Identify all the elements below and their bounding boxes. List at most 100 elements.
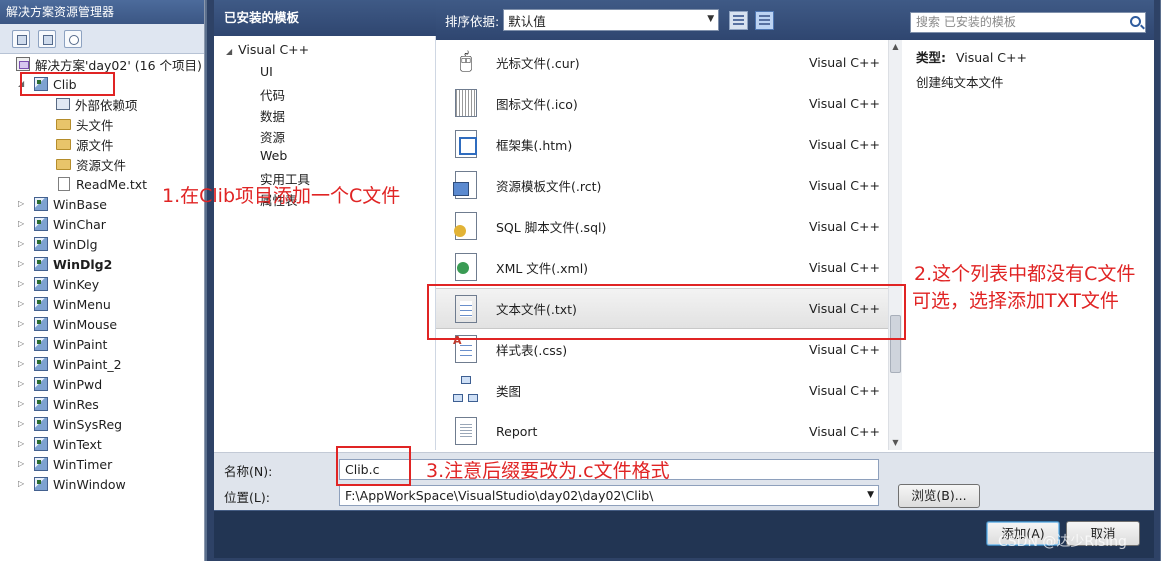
view-class-diagram-icon[interactable] [64,29,82,48]
tree-project-winsysreg[interactable]: ▷ WinSysReg [18,414,122,434]
location-value: F:\AppWorkSpace\VisualStudio\day02\day02… [345,488,654,503]
solution-explorer-title: 解决方案资源管理器 [0,0,204,24]
watermark: CSDN @达少Rising [998,534,1127,550]
template-name: 类图 [496,384,522,399]
category-item[interactable]: 数据 [260,106,285,125]
template-type: Visual C++ [809,137,880,152]
tree-project-winmenu[interactable]: ▷ WinMenu [18,294,111,314]
tree-project-winwindow[interactable]: ▷ WinWindow [18,474,126,494]
sort-dropdown[interactable]: 默认值 ▼ [503,9,720,31]
project-icon [34,217,48,231]
project-icon [34,277,48,291]
template-item[interactable]: XML 文件(.xml) Visual C++ [436,247,888,288]
template-item[interactable]: 类图 Visual C++ [436,370,888,411]
tree-project-wintimer[interactable]: ▷ WinTimer [18,454,112,474]
tree-project-winpaint[interactable]: ▷ WinPaint [18,334,107,354]
template-item[interactable]: 资源模板文件(.rct) Visual C++ [436,165,888,206]
template-item[interactable]: SQL 脚本文件(.sql) Visual C++ [436,206,888,247]
properties-icon[interactable] [12,29,30,48]
cursor-file-icon: 🖰 [459,49,473,74]
icon-file-icon [452,89,480,119]
tree-project-windlg[interactable]: ▷ WinDlg [18,234,98,254]
template-item[interactable]: 🖰 光标文件(.cur) Visual C++ [436,42,888,83]
tree-project-winpaint-2[interactable]: ▷ WinPaint_2 [18,354,122,374]
tree-item-header-files[interactable]: 头文件 [56,114,114,134]
report-icon [452,417,480,447]
tree-item-external-deps[interactable]: 外部依赖项 [56,94,138,114]
collapse-arrow-icon[interactable]: ◢ [226,47,232,56]
external-dependencies-icon [56,98,70,110]
template-list-toolbar: 排序依据: 默认值 ▼ [436,0,902,40]
project-label: WinDlg2 [53,256,113,272]
tree-item-resource-files[interactable]: 资源文件 [56,154,126,174]
detail-type-label: 类型: [916,50,946,65]
template-list-scrollbar[interactable]: ▲ ▼ [888,40,902,450]
expand-arrow-icon[interactable]: ▷ [18,260,26,268]
template-name: 资源模板文件(.rct) [496,179,602,194]
tree-item-readme[interactable]: ReadMe.txt [58,174,147,194]
folder-icon [56,158,71,170]
location-input[interactable]: F:\AppWorkSpace\VisualStudio\day02\day02… [339,485,879,506]
detail-type-value: Visual C++ [955,50,1027,65]
category-item[interactable]: 代码 [260,85,285,104]
project-icon [34,257,48,271]
tree-project-windlg2[interactable]: ▷ WinDlg2 [18,254,112,274]
expand-arrow-icon[interactable]: ▷ [18,220,26,228]
template-item[interactable]: 图标文件(.ico) Visual C++ [436,83,888,124]
category-item[interactable]: UI [260,64,273,79]
tree-item-label: 头文件 [76,117,114,133]
expand-arrow-icon[interactable]: ▷ [18,400,26,408]
tree-project-winmouse[interactable]: ▷ WinMouse [18,314,117,334]
category-visual-cpp[interactable]: ◢ Visual C++ [226,42,309,57]
template-item[interactable]: Report Visual C++ [436,411,888,450]
location-label: 位置(L): [224,490,270,505]
search-input[interactable]: 搜索 已安装的模板 [910,12,1146,33]
tree-item-label: 源文件 [76,137,114,153]
category-item[interactable]: Web [260,148,287,163]
tree-project-winkey[interactable]: ▷ WinKey [18,274,99,294]
expand-arrow-icon[interactable]: ▷ [18,480,26,488]
expand-arrow-icon[interactable]: ▷ [18,440,26,448]
expand-arrow-icon[interactable]: ▷ [18,420,26,428]
tree-project-winbase[interactable]: ▷ WinBase [18,194,107,214]
template-name: XML 文件(.xml) [496,261,589,276]
sql-script-icon [452,212,480,242]
project-icon [34,337,48,351]
solution-explorer-toolbar [0,24,204,54]
project-icon [34,377,48,391]
expand-arrow-icon[interactable]: ▷ [18,280,26,288]
expand-arrow-icon[interactable]: ▷ [18,300,26,308]
expand-arrow-icon[interactable]: ▷ [18,340,26,348]
category-item[interactable]: 资源 [260,127,285,146]
expand-arrow-icon[interactable]: ▷ [18,320,26,328]
project-icon [34,237,48,251]
tree-item-source-files[interactable]: 源文件 [56,134,114,154]
project-label: WinMouse [53,316,118,332]
browse-button[interactable]: 浏览(B)... [898,484,980,508]
tree-project-winpwd[interactable]: ▷ WinPwd [18,374,102,394]
expand-arrow-icon[interactable]: ▷ [18,380,26,388]
search-icon[interactable] [1130,16,1141,27]
sort-label: 排序依据: [445,13,500,29]
tree-solution-node[interactable]: 解决方案'day02' (16 个项目) [16,54,202,74]
expand-arrow-icon[interactable]: ▷ [18,460,26,468]
project-label: WinPaint [53,336,108,352]
expand-arrow-icon[interactable]: ▷ [18,240,26,248]
tree-project-winres[interactable]: ▷ WinRes [18,394,99,414]
template-item[interactable]: 框架集(.htm) Visual C++ [436,124,888,165]
resource-template-icon [452,171,480,201]
scroll-down-icon[interactable]: ▼ [889,436,902,450]
small-icons-view-button[interactable] [729,10,749,30]
expand-arrow-icon[interactable]: ▷ [18,360,26,368]
list-view-button[interactable] [755,10,775,30]
chevron-down-icon[interactable]: ▼ [867,486,874,505]
search-placeholder: 搜索 已安装的模板 [916,15,1016,29]
tree-project-wintext[interactable]: ▷ WinText [18,434,102,454]
chevron-down-icon: ▼ [707,14,715,24]
scroll-up-icon[interactable]: ▲ [889,40,902,54]
tree-project-winchar[interactable]: ▷ WinChar [18,214,106,234]
expand-arrow-icon[interactable]: ▷ [18,200,26,208]
show-all-files-icon[interactable] [38,29,56,48]
solution-label: 解决方案'day02' (16 个项目) [35,57,202,73]
annotation-box-name [336,446,411,486]
